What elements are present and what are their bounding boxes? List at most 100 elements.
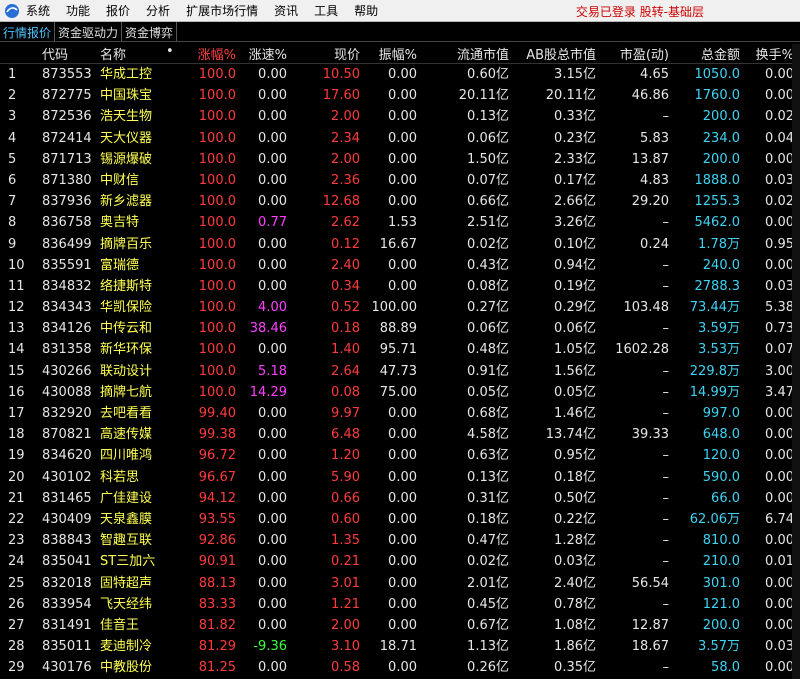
stock-code: 835041	[42, 554, 92, 570]
col-code[interactable]: 代码	[42, 44, 68, 63]
table-row[interactable]: 29 430176 中教股份 81.25 0.00 0.58 0.00 0.26亿 0.35亿 –…	[0, 657, 800, 678]
table-row[interactable]: 22 430409 天泉鑫膜 93.55 0.00 0.60 0.00 0.18亿 0.22亿 –…	[0, 509, 800, 530]
change-pct: 100.0	[198, 257, 236, 273]
trade-status[interactable]: 交易已登录 股转-基础层	[576, 3, 704, 20]
total-amount: 240.0	[702, 257, 740, 273]
table-row[interactable]: 10 835591 富瑞德 100.0 0.00 2.40 0.00 0.43亿 0.94亿 – 2…	[0, 255, 800, 276]
row-index: 26	[8, 596, 25, 612]
col-turnover[interactable]: 换手%	[756, 44, 794, 63]
stock-name: 富瑞德	[100, 257, 140, 273]
menu-help[interactable]: 帮助	[354, 2, 378, 19]
tab-quotes[interactable]: 行情报价	[0, 22, 56, 41]
menu-quote[interactable]: 报价	[106, 2, 130, 19]
table-row[interactable]: 16 430088 摘牌七航 100.0 14.29 0.08 75.00 0.05亿 0.05…	[0, 382, 800, 403]
float-cap: 0.06亿	[467, 130, 509, 146]
speed-pct: 14.29	[249, 384, 287, 400]
table-row[interactable]: 14 831358 新华环保 100.0 0.00 1.40 95.71 0.48亿 1.05亿…	[0, 339, 800, 360]
table-row[interactable]: 6 871380 中财信 100.0 0.00 2.36 0.00 0.07亿 0.17亿 4.8…	[0, 170, 800, 191]
table-row[interactable]: 7 837936 新乡滤器 100.0 0.00 12.68 0.00 0.66亿 2.66亿 2…	[0, 191, 800, 212]
table-row[interactable]: 25 832018 固特超声 88.13 0.00 3.01 0.00 2.01亿 2.40亿 5…	[0, 573, 800, 594]
table-row[interactable]: 5 871713 锡源爆破 100.0 0.00 2.00 0.00 1.50亿 2.33亿 13…	[0, 149, 800, 170]
tab-capital-game[interactable]: 资金博弈	[122, 22, 178, 41]
float-cap: 0.48亿	[467, 342, 509, 358]
menu-extended-market[interactable]: 扩展市场行情	[186, 2, 258, 19]
row-index: 11	[8, 278, 25, 294]
current-price: 0.58	[331, 660, 360, 676]
col-change-pct[interactable]: 涨幅%	[198, 44, 236, 63]
menu-analysis[interactable]: 分析	[146, 2, 170, 19]
current-price: 2.34	[331, 130, 360, 146]
total-amount: 200.0	[702, 151, 740, 167]
menu-tools[interactable]: 工具	[314, 2, 338, 19]
table-row[interactable]: 17 832920 去吧看看 99.40 0.00 9.97 0.00 0.68亿 1.46亿 –…	[0, 403, 800, 424]
speed-pct: 0.00	[258, 554, 287, 570]
stock-code: 430102	[42, 469, 92, 485]
current-price: 1.35	[331, 533, 360, 549]
table-row[interactable]: 26 833954 飞天经纬 83.33 0.00 1.21 0.00 0.45亿 0.78亿 –…	[0, 594, 800, 615]
stock-name: 锡源爆破	[100, 151, 153, 167]
table-row[interactable]: 20 430102 科若思 96.67 0.00 5.90 0.00 0.13亿 0.18亿 – 5…	[0, 467, 800, 488]
col-float-cap[interactable]: 流通市值	[457, 44, 509, 63]
table-row[interactable]: 8 836758 奥吉特 100.0 0.77 2.62 1.53 2.51亿 3.26亿 – 54…	[0, 212, 800, 233]
total-amount: 810.0	[702, 533, 740, 549]
col-pe[interactable]: 市盈(动)	[620, 44, 669, 63]
ab-cap: 0.33亿	[554, 109, 596, 125]
ab-cap: 0.50亿	[554, 490, 596, 506]
speed-pct: 5.18	[258, 363, 287, 379]
table-row[interactable]: 28 835011 麦迪制冷 81.29 -9.36 3.10 18.71 1.13亿 1.86…	[0, 636, 800, 657]
stock-name: 去吧看看	[100, 406, 153, 421]
table-row[interactable]: 9 836499 摘牌百乐 100.0 0.00 0.12 16.67 0.02亿 0.10亿 0…	[0, 234, 800, 255]
menu-system[interactable]: 系统	[26, 2, 50, 19]
table-row[interactable]: 11 834832 络捷斯特 100.0 0.00 0.34 0.00 0.08亿 0.19亿 –…	[0, 276, 800, 297]
stock-name: 中教股份	[100, 660, 153, 676]
table-row[interactable]: 12 834343 华凯保险 100.0 4.00 0.52 100.00 0.27亿 0.29…	[0, 297, 800, 318]
speed-pct: 0.00	[258, 257, 287, 273]
row-index: 22	[8, 511, 25, 527]
current-price: 10.50	[322, 67, 360, 82]
pe-ratio: –	[662, 490, 670, 506]
pe-ratio: –	[662, 278, 670, 294]
menu-function[interactable]: 功能	[66, 2, 90, 19]
table-row[interactable]: 13 834126 中传云和 100.0 38.46 0.18 88.89 0.06亿 0.06…	[0, 318, 800, 339]
col-amount[interactable]: 总金额	[701, 44, 740, 63]
ab-cap: 0.23亿	[554, 130, 596, 146]
ab-cap: 0.05亿	[554, 384, 596, 400]
table-row[interactable]: 4 872414 天大仪器 100.0 0.00 2.34 0.00 0.06亿 0.23亿 5.…	[0, 128, 800, 149]
ab-cap: 20.11亿	[545, 88, 596, 104]
change-pct: 100.0	[198, 278, 236, 294]
pe-ratio: –	[662, 257, 670, 273]
total-amount: 1.78万	[698, 236, 740, 252]
float-cap: 0.13亿	[467, 469, 509, 485]
menu-news[interactable]: 资讯	[274, 2, 298, 19]
table-row[interactable]: 27 831491 佳音王 81.82 0.00 2.00 0.00 0.67亿 1.08亿 12…	[0, 615, 800, 636]
col-ab-cap[interactable]: AB股总市值	[526, 44, 596, 63]
table-row[interactable]: 19 834620 四川唯鸿 96.72 0.00 1.20 0.00 0.63亿 0.95亿 –…	[0, 445, 800, 466]
table-row[interactable]: 3 872536 浩天生物 100.0 0.00 2.00 0.00 0.13亿 0.33亿 – 2…	[0, 106, 800, 127]
float-cap: 0.31亿	[467, 490, 509, 506]
stock-name: 天泉鑫膜	[100, 511, 153, 527]
app-logo-icon[interactable]	[4, 3, 20, 19]
table-row[interactable]: 15 430266 联动设计 100.0 5.18 2.64 47.73 0.91亿 1.56亿…	[0, 361, 800, 382]
table-row[interactable]: 18 870821 高速传媒 99.38 0.00 6.48 0.00 4.58亿 13.74亿…	[0, 424, 800, 445]
amplitude: 0.00	[388, 88, 417, 104]
table-row[interactable]: 23 838843 智趣互联 92.86 0.00 1.35 0.00 0.47亿 1.28亿 –…	[0, 530, 800, 551]
row-index: 23	[8, 533, 25, 549]
stock-code: 870821	[42, 427, 92, 443]
table-row[interactable]: 21 831465 广佳建设 94.12 0.00 0.66 0.00 0.31亿 0.50亿 –…	[0, 488, 800, 509]
tab-capital-drive[interactable]: 资金驱动力	[55, 22, 123, 41]
col-amplitude[interactable]: 振幅%	[379, 44, 417, 63]
table-row[interactable]: 24 835041 ST三加六 90.91 0.00 0.21 0.00 0.02亿 0.03亿…	[0, 551, 800, 572]
col-price[interactable]: 现价	[334, 44, 360, 63]
pe-ratio: 12.87	[631, 617, 669, 633]
stock-code: 835011	[42, 639, 92, 655]
col-speed-pct[interactable]: 涨速%	[249, 44, 287, 63]
table-row[interactable]: 1 873553 华成工控 100.0 0.00 10.50 0.00 0.60亿 3.15亿 4…	[0, 64, 800, 85]
table-row[interactable]: 2 872775 中国珠宝 100.0 0.00 17.60 0.00 20.11亿 20.11…	[0, 85, 800, 106]
col-name[interactable]: 名称	[100, 44, 126, 63]
change-pct: 99.40	[198, 406, 236, 421]
change-pct: 100.0	[198, 67, 236, 82]
turnover: 0.00	[765, 533, 794, 549]
scrollbar[interactable]	[792, 44, 800, 679]
turnover: 0.03	[765, 278, 794, 294]
stock-code: 837936	[42, 194, 92, 210]
